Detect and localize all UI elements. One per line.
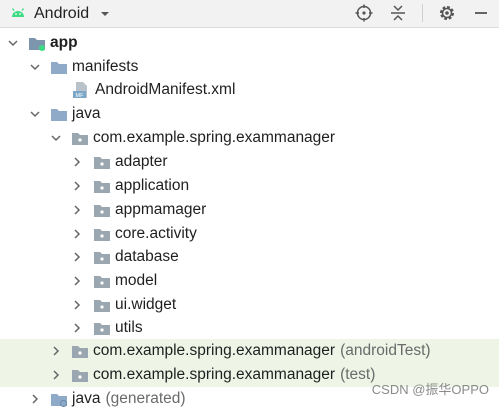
tree-row-java[interactable]: java xyxy=(0,102,499,126)
package-icon xyxy=(94,205,110,217)
crosshair-icon[interactable] xyxy=(354,3,374,23)
tree-row-folder[interactable]: application xyxy=(0,174,499,198)
tree-label-manifests: manifests xyxy=(72,58,139,75)
tree-label-test-package: com.example.spring.exammanager (test) xyxy=(93,365,375,385)
tree-label-android-test-package: com.example.spring.exammanager (androidTe… xyxy=(93,341,431,361)
tree-row-folder[interactable]: core.activity xyxy=(0,222,499,246)
chevron-right-icon[interactable] xyxy=(71,156,83,168)
tree-row-folder[interactable]: database xyxy=(0,245,499,269)
folder-name: java xyxy=(72,390,101,407)
source-set-suffix: (androidTest) xyxy=(340,342,431,359)
package-name: com.example.spring.exammanager xyxy=(93,366,336,383)
chevron-right-icon[interactable] xyxy=(29,393,41,405)
chevron-right-icon[interactable] xyxy=(50,345,62,357)
tree-label-folder: appmamager xyxy=(115,201,207,218)
generated-source-folder-icon xyxy=(51,394,68,408)
tree-label-java-generated: java (generated) xyxy=(72,389,186,409)
chevron-right-icon[interactable] xyxy=(71,251,83,263)
tree-row-folder[interactable]: model xyxy=(0,269,499,293)
chevron-down-icon[interactable] xyxy=(29,61,41,73)
package-icon xyxy=(94,181,110,193)
tree-row-folder[interactable]: ui.widget xyxy=(0,293,499,317)
package-icon xyxy=(72,133,88,145)
tree-row-android-manifest[interactable]: MF AndroidManifest.xml xyxy=(0,78,499,102)
tree-row-main-package[interactable]: com.example.spring.exammanager xyxy=(0,126,499,150)
chevron-right-icon[interactable] xyxy=(71,299,83,311)
tree-row-folder[interactable]: utils xyxy=(0,316,499,340)
gear-icon[interactable] xyxy=(437,3,457,23)
chevron-down-icon[interactable] xyxy=(29,108,41,120)
chevron-right-icon[interactable] xyxy=(71,204,83,216)
watermark: CSDN @振华OPPO xyxy=(371,382,489,397)
folder-icon xyxy=(51,62,67,74)
manifest-file-icon: MF xyxy=(73,82,87,99)
tree-label-folder: core.activity xyxy=(115,225,197,242)
collapse-icon[interactable] xyxy=(388,3,408,23)
package-icon xyxy=(94,276,110,288)
toolbar-separator xyxy=(422,4,423,22)
tree-label-folder: adapter xyxy=(115,153,168,170)
package-icon xyxy=(94,300,110,312)
source-folder-icon xyxy=(51,109,67,121)
chevron-right-icon[interactable] xyxy=(50,369,62,381)
view-name: Android xyxy=(34,5,90,22)
manifest-badge: MF xyxy=(76,93,85,99)
module-folder-icon xyxy=(29,38,45,51)
tree-label-folder: ui.widget xyxy=(115,296,177,313)
tree-label-android-manifest: AndroidManifest.xml xyxy=(95,81,236,98)
package-icon xyxy=(94,229,110,241)
tree-row-android-test-package[interactable]: com.example.spring.exammanager (androidTe… xyxy=(0,339,499,363)
chevron-right-icon[interactable] xyxy=(71,180,83,192)
tree-label-app: app xyxy=(50,34,78,51)
tree-row-folder[interactable]: adapter xyxy=(0,150,499,174)
source-set-suffix: (test) xyxy=(340,366,376,383)
package-icon xyxy=(94,252,110,264)
package-icon xyxy=(72,346,88,358)
project-toolbar: Android xyxy=(0,0,499,28)
package-icon xyxy=(94,157,110,169)
chevron-down-icon xyxy=(101,12,110,16)
tree-row-manifests[interactable]: manifests xyxy=(0,55,499,79)
tree-label-folder: application xyxy=(115,177,190,194)
tree-label-folder: utils xyxy=(115,319,143,336)
package-name: com.example.spring.exammanager xyxy=(93,342,336,359)
chevron-down-icon[interactable] xyxy=(50,132,62,144)
generated-suffix: (generated) xyxy=(105,390,186,407)
chevron-right-icon[interactable] xyxy=(71,322,83,334)
tree-label-main-package: com.example.spring.exammanager xyxy=(93,129,336,146)
view-selector[interactable]: Android xyxy=(8,4,111,24)
tree-row-folder[interactable]: appmamager xyxy=(0,198,499,222)
package-icon xyxy=(72,370,88,382)
tree-row-app[interactable]: app xyxy=(0,31,499,55)
tree-label-folder: model xyxy=(115,272,158,289)
tree-label-folder: database xyxy=(115,248,179,265)
chevron-down-icon[interactable] xyxy=(7,37,19,49)
tree-label-java: java xyxy=(72,105,101,122)
minimize-icon[interactable] xyxy=(471,3,491,23)
android-icon xyxy=(11,8,25,17)
chevron-right-icon[interactable] xyxy=(71,275,83,287)
chevron-right-icon[interactable] xyxy=(71,228,83,240)
package-icon xyxy=(94,323,110,335)
